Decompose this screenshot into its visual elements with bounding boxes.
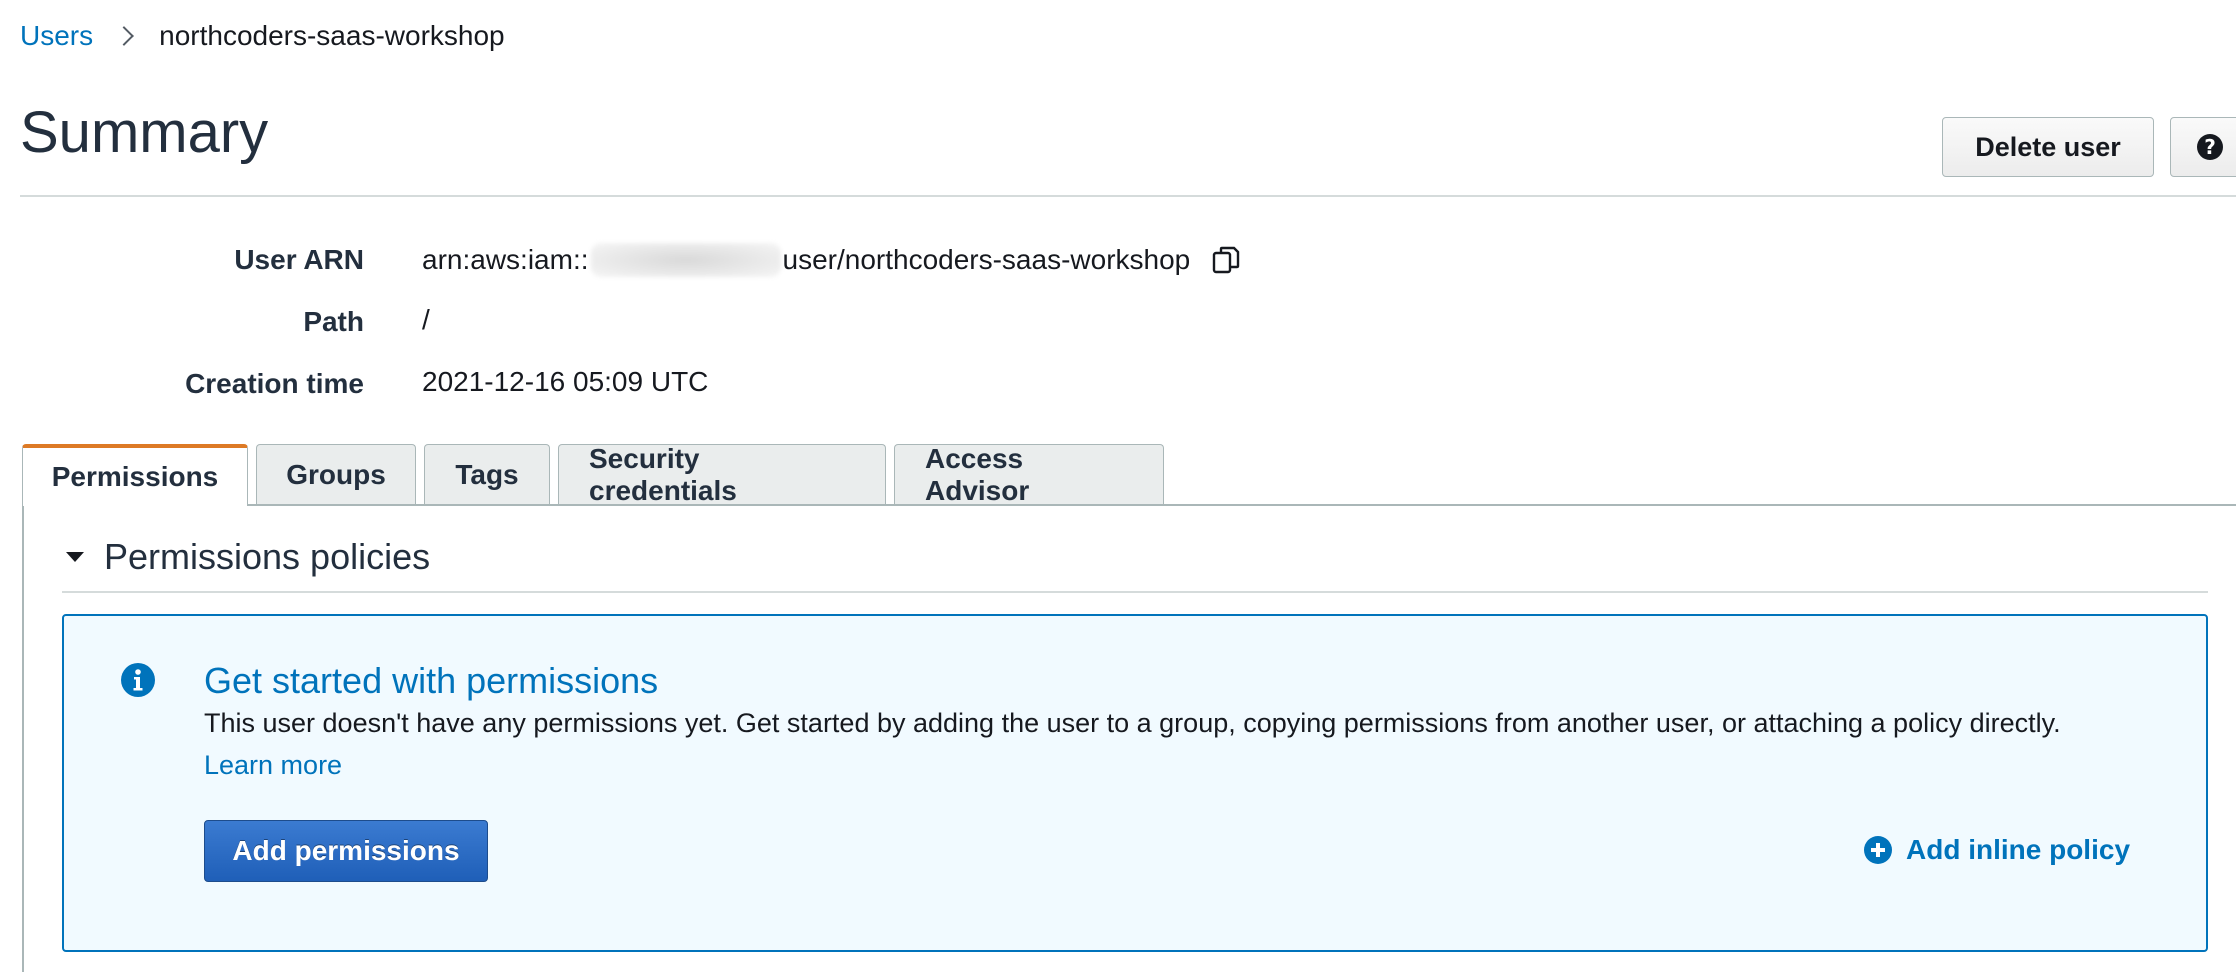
permissions-policies-toggle[interactable]: Permissions policies xyxy=(66,536,430,578)
breadcrumb-current: northcoders-saas-workshop xyxy=(159,20,505,51)
tab-groups[interactable]: Groups xyxy=(256,444,416,504)
user-arn-suffix: user/northcoders-saas-workshop xyxy=(782,244,1191,275)
breadcrumb-users-link[interactable]: Users xyxy=(20,20,93,52)
help-icon: ? xyxy=(2197,134,2223,160)
help-button[interactable]: ? xyxy=(2170,117,2236,177)
copy-icon[interactable] xyxy=(1210,244,1242,276)
tabs-divider xyxy=(22,504,2236,506)
section-title: Permissions policies xyxy=(104,536,431,577)
title-divider xyxy=(20,195,2236,197)
redacted-account-id xyxy=(590,243,781,277)
plus-circle-icon xyxy=(1864,836,1892,864)
tab-tags[interactable]: Tags xyxy=(424,444,550,504)
add-inline-policy-label: Add inline policy xyxy=(1906,834,2131,865)
iam-user-summary-page: Users northcoders-saas-workshop Summary … xyxy=(0,0,2236,972)
path-value: / xyxy=(422,304,430,335)
info-description: This user doesn't have any permissions y… xyxy=(204,708,2061,738)
tab-panel-border xyxy=(22,504,24,972)
user-arn-value: arn:aws:iam:: user/northcoders-saas-work… xyxy=(422,243,1242,277)
info-icon xyxy=(121,663,155,697)
get-started-info-box: Get started with permissions This user d… xyxy=(62,614,2208,952)
page-title: Summary xyxy=(20,100,269,165)
delete-user-button[interactable]: Delete user xyxy=(1942,117,2154,177)
breadcrumb: Users northcoders-saas-workshop xyxy=(20,20,505,52)
creation-time-value-row: 2021-12-16 05:09 UTC xyxy=(0,362,900,402)
learn-more-link[interactable]: Learn more xyxy=(204,750,342,781)
tab-access-advisor[interactable]: Access Advisor xyxy=(894,443,1164,506)
path-value-row: / xyxy=(0,300,600,340)
user-arn-prefix: arn:aws:iam:: xyxy=(422,244,589,275)
info-title: Get started with permissions xyxy=(204,660,659,701)
section-divider xyxy=(62,591,2208,593)
user-arn-value-row: arn:aws:iam:: user/northcoders-saas-work… xyxy=(0,240,1400,280)
add-inline-policy-link[interactable]: Add inline policy xyxy=(1864,834,2130,866)
chevron-right-icon xyxy=(114,26,135,46)
add-permissions-button[interactable]: Add permissions xyxy=(204,820,488,882)
creation-time-value: 2021-12-16 05:09 UTC xyxy=(422,366,709,397)
tab-security-credentials[interactable]: Security credentials xyxy=(558,443,886,506)
tab-bar: Permissions Groups Tags Security credent… xyxy=(22,443,1172,506)
caret-down-icon xyxy=(66,552,84,562)
tab-permissions[interactable]: Permissions xyxy=(22,444,248,506)
